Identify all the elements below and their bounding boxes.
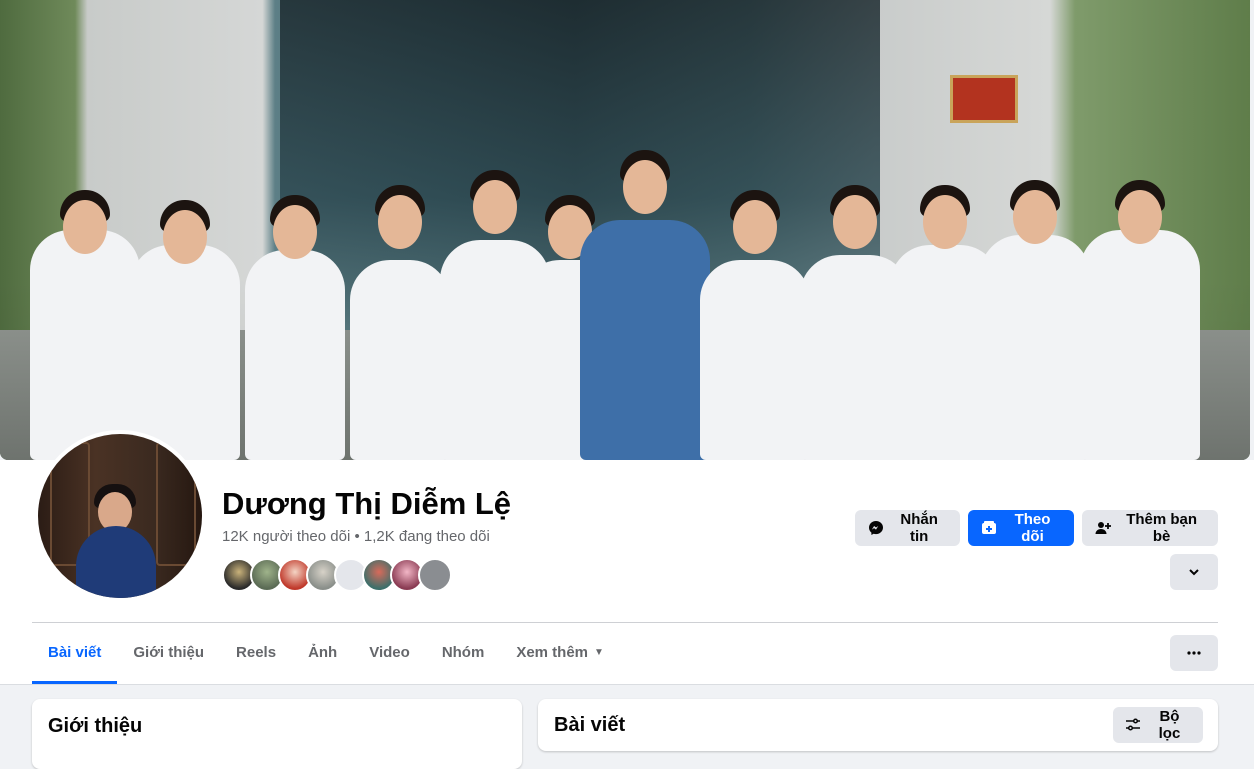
avatar-photo [38,434,202,598]
profile-avatar[interactable] [34,430,206,602]
tab-about[interactable]: Giới thiệu [117,624,220,684]
more-profile-options-button[interactable] [1170,554,1218,590]
posts-card: Bài viết Bộ lọc [538,699,1218,751]
messenger-icon [867,519,884,537]
filter-icon [1125,716,1142,734]
profile-tabs: Bài viết Giới thiệu Reels Ảnh Video Nhóm… [32,624,620,684]
filter-button[interactable]: Bộ lọc [1113,707,1203,743]
add-friend-label: Thêm bạn bè [1126,511,1198,545]
chevron-down-icon [1185,563,1203,581]
tab-groups[interactable]: Nhóm [426,624,501,684]
header-divider [32,622,1218,623]
add-friend-icon [1094,519,1111,537]
follow-button[interactable]: Theo dõi [968,510,1074,546]
posts-card-title: Bài viết [554,714,626,736]
message-label: Nhắn tin [900,511,938,545]
mutual-friends-avatars [222,558,452,592]
tab-videos[interactable]: Video [353,624,426,684]
cover-photo[interactable] [0,0,1250,460]
tab-more[interactable]: Xem thêm ▼ [500,624,620,684]
follow-label: Theo dõi [1014,511,1051,545]
more-icon [1185,644,1203,662]
followers-count[interactable]: 12K người theo dõi • 1,2K đang theo dõi [222,528,490,545]
profile-name: Dương Thị Diễm Lệ [222,486,512,521]
cover-group-people [20,150,1220,460]
follow-icon [980,519,997,537]
tabs-more-button[interactable] [1170,635,1218,671]
cover-plaque [950,75,1018,123]
friend-avatar-default[interactable] [418,558,452,592]
tab-posts[interactable]: Bài viết [32,624,118,684]
tab-reels[interactable]: Reels [220,624,292,684]
intro-card-title: Giới thiệu [48,715,143,737]
caret-down-icon: ▼ [594,647,604,658]
tab-photos[interactable]: Ảnh [292,624,353,684]
intro-card: Giới thiệu [32,699,522,769]
message-button[interactable]: Nhắn tin [855,510,960,546]
filter-label: Bộ lọc [1158,708,1181,742]
add-friend-button[interactable]: Thêm bạn bè [1082,510,1218,546]
